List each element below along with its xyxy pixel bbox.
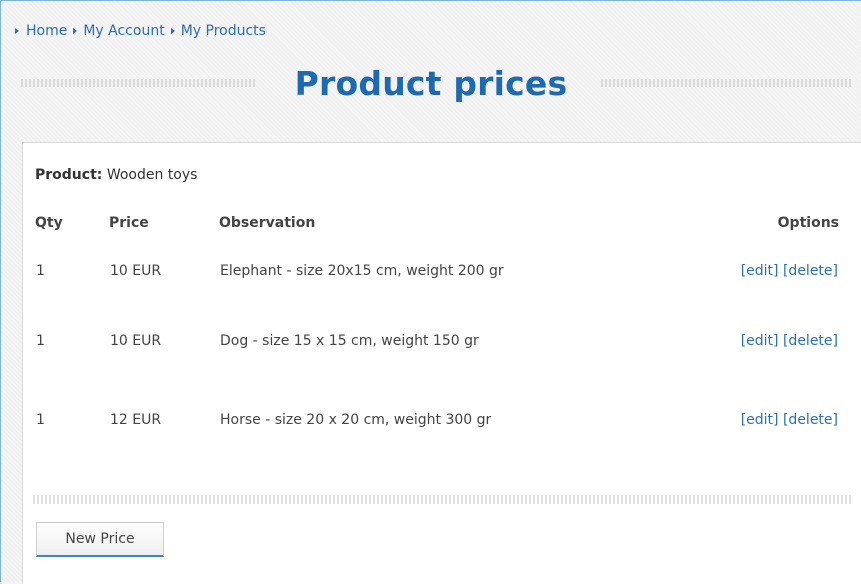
table-row: 1 10 EUR Elephant - size 20x15 cm, weigh… <box>35 241 839 301</box>
breadcrumb-my-account-link[interactable]: My Account <box>83 23 164 39</box>
breadcrumb-arrow-icon <box>73 28 78 34</box>
page: Home My Account My Products Product pric… <box>0 0 861 584</box>
breadcrumb-arrow-icon <box>15 28 19 34</box>
price-cell: 12 EUR <box>110 411 162 428</box>
breadcrumb-home-link[interactable]: Home <box>26 23 67 39</box>
observation-header: Observation <box>219 215 316 231</box>
delete-link[interactable]: [delete] <box>783 412 838 428</box>
title-row: Product prices <box>1 55 861 111</box>
edit-link[interactable]: [edit] <box>741 263 779 279</box>
price-cell: 10 EUR <box>110 263 162 279</box>
content-panel: Product: Wooden toys Qty Price Observati… <box>22 142 861 584</box>
price-header: Price <box>109 215 149 231</box>
options-cell: [edit] [delete] <box>679 380 839 459</box>
qty-cell: 1 <box>36 411 45 428</box>
product-line: Product: Wooden toys <box>35 167 197 183</box>
observation-cell: Elephant - size 20x15 cm, weight 200 gr <box>220 263 504 279</box>
observation-cell: Horse - size 20 x 20 cm, weight 300 gr <box>220 411 492 428</box>
table-header-row: Qty Price Observation Options <box>35 205 839 241</box>
edit-link[interactable]: [edit] <box>741 333 779 349</box>
section-divider <box>33 495 853 504</box>
options-cell: [edit] [delete] <box>679 301 839 380</box>
delete-link[interactable]: [delete] <box>783 333 838 349</box>
table-row: 1 10 EUR Dog - size 15 x 15 cm, weight 1… <box>35 301 839 380</box>
product-label: Product: <box>35 167 103 183</box>
breadcrumb-arrow-icon <box>170 28 175 34</box>
delete-link[interactable]: [delete] <box>783 263 838 279</box>
breadcrumb-my-products-link[interactable]: My Products <box>181 23 266 39</box>
options-cell: [edit] [delete] <box>679 241 839 301</box>
options-header: Options <box>777 215 839 231</box>
new-price-button[interactable]: New Price <box>36 522 164 557</box>
qty-header: Qty <box>35 215 63 231</box>
product-name: Wooden toys <box>106 167 198 183</box>
table-row: 1 12 EUR Horse - size 20 x 20 cm, weight… <box>35 380 839 459</box>
prices-table: Qty Price Observation Options 1 10 EUR E… <box>35 205 839 459</box>
price-cell: 10 EUR <box>110 332 162 349</box>
breadcrumb: Home My Account My Products <box>15 23 266 39</box>
edit-link[interactable]: [edit] <box>741 412 779 428</box>
page-title: Product prices <box>294 63 568 103</box>
qty-cell: 1 <box>36 332 45 349</box>
observation-cell: Dog - size 15 x 15 cm, weight 150 gr <box>220 332 479 349</box>
qty-cell: 1 <box>36 263 45 279</box>
